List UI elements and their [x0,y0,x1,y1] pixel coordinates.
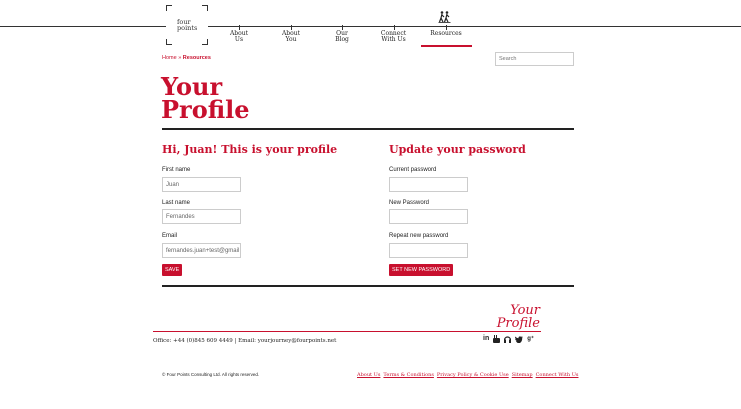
podcast-icon[interactable] [504,335,512,343]
footer-link-connect[interactable]: Connect With Us [536,372,579,378]
logo-corner [166,5,172,11]
header-line [0,26,741,27]
footer-link-about[interactable]: About Us [357,372,380,378]
nav-tick [446,25,447,30]
page-title: Your Profile [161,75,250,124]
current-password-label: Current password [389,167,437,173]
last-name-label: Last name [162,200,191,206]
breadcrumb-current[interactable]: Resources [183,55,211,61]
copyright: © Four Points Consulting Ltd. All rights… [162,372,260,377]
nav-resources[interactable]: Resources [428,25,464,37]
footer-divider [153,331,541,332]
footer-link-privacy[interactable]: Privacy Policy & Cookie Use [437,372,509,378]
set-new-password-button[interactable]: SET NEW PASSWORD [389,264,454,276]
repeat-password-label: Repeat new password [389,233,449,239]
logo-text: four points [177,19,198,32]
email-field[interactable]: fernandes.juan+test@gmail [162,243,241,258]
nav-tick [342,25,343,30]
profile-section-title: Hi, Juan! This is your profile [162,143,338,156]
logo-corner [202,5,208,11]
logo-corner [166,39,172,45]
divider-top [162,128,574,130]
new-password-label: New Password [389,200,430,206]
nav-label: Blog [335,36,349,43]
logo[interactable]: four points [166,5,208,45]
save-button[interactable]: SAVE [162,264,183,276]
social-links: in g⁺ [483,335,534,343]
nav-tick [393,25,395,30]
youtube-icon[interactable] [493,335,501,343]
footer-title-line: Profile [496,316,540,331]
nav-label: Resources [430,30,462,37]
nav-tick [239,25,240,30]
breadcrumb: Home » Resources [162,55,211,61]
nav-our-blog[interactable]: Our Blog [333,25,351,43]
last-name-field[interactable]: Fernandes [162,209,241,224]
repeat-password-field[interactable] [389,243,468,258]
divider-bottom [162,285,574,287]
nav-about-us[interactable]: About Us [229,25,249,43]
breadcrumb-separator: » [178,55,182,61]
logo-line2: points [177,24,198,32]
footer-link-sitemap[interactable]: Sitemap [512,372,533,378]
breadcrumb-home[interactable]: Home [162,55,177,61]
logo-corner [202,39,208,45]
google-plus-icon[interactable]: g⁺ [527,335,534,343]
search-input[interactable] [495,52,574,66]
footer-link-terms[interactable]: Terms & Conditions [383,372,434,378]
nav-tick [291,25,292,30]
linkedin-icon[interactable]: in [483,335,489,343]
hikers-icon [438,11,451,23]
email-label: Email [162,233,178,239]
twitter-icon[interactable] [515,335,524,343]
office-contact: Office: +44 (0)845 609 4449 | Email: you… [153,338,337,344]
first-name-label: First name [162,167,191,173]
footer-title: Your Profile [496,304,540,330]
nav-active-indicator [421,45,472,47]
password-section-title: Update your password [389,143,526,156]
nav-label: You [285,36,297,43]
page-title-line: Profile [161,95,250,124]
new-password-field[interactable] [389,209,468,224]
nav-about-you[interactable]: About You [281,25,301,43]
nav-connect[interactable]: Connect With Us [380,25,407,43]
nav-label: With Us [381,36,406,43]
current-password-field[interactable] [389,177,468,192]
footer-links: About Us Terms & Conditions Privacy Poli… [357,372,579,378]
first-name-field[interactable]: Juan [162,177,241,192]
nav-label: Us [234,36,244,43]
